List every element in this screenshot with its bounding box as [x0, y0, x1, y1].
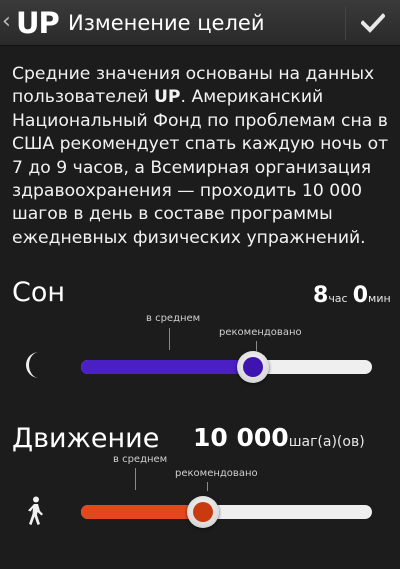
sleep-average-marker: [169, 328, 170, 350]
movement-slider-thumb-center: [193, 502, 214, 522]
description-text-2: . Американский Национальный Фонд по проб…: [12, 87, 389, 248]
movement-steps-unit: шаг(а)(ов): [288, 434, 365, 450]
movement-average-label: в среднем: [113, 454, 168, 465]
sleep-minutes: 0: [352, 283, 369, 308]
sleep-slider-thumb-center: [242, 357, 263, 377]
movement-slider-thumb[interactable]: [187, 496, 220, 528]
moon-icon: [26, 352, 39, 378]
sleep-slider-thumb[interactable]: [236, 351, 269, 383]
sleep-recommended-marker: [256, 341, 257, 351]
sleep-recommended-label: рекомендовано: [219, 327, 302, 338]
goals-description: Средние значения основаны на данных поль…: [12, 63, 392, 250]
movement-title: Движение: [12, 423, 160, 454]
sleep-minutes-unit: мин: [368, 292, 391, 305]
movement-slider-track[interactable]: [81, 505, 372, 519]
walking-person-icon: [28, 496, 43, 525]
back-chevron-icon[interactable]: ‹: [2, 9, 14, 35]
confirm-button[interactable]: [346, 0, 400, 46]
checkmark-icon: [361, 13, 385, 33]
sleep-title: Сон: [12, 277, 66, 308]
description-brand: UP: [153, 87, 181, 108]
movement-goal-value: 10 000шаг(а)(ов): [193, 423, 365, 452]
sleep-slider-track[interactable]: [81, 360, 372, 374]
sleep-hours-unit: час: [328, 292, 348, 305]
page-title: Изменение целей: [68, 11, 265, 35]
app-logo[interactable]: UP: [16, 5, 60, 41]
sleep-hours: 8: [313, 283, 329, 308]
action-bar: ‹ UP Изменение целей: [0, 0, 400, 46]
movement-slider-fill: [81, 505, 204, 519]
movement-average-marker: [135, 468, 136, 490]
sleep-average-label: в среднем: [146, 313, 201, 324]
app-screen: ‹ UP Изменение целей Средние значения ос…: [0, 0, 400, 569]
sleep-goal-value: 8час 0мин: [313, 283, 391, 308]
movement-recommended-marker: [207, 482, 208, 491]
sleep-slider-fill: [81, 360, 253, 374]
movement-steps: 10 000: [193, 423, 289, 452]
movement-recommended-label: рекомендовано: [175, 468, 258, 479]
